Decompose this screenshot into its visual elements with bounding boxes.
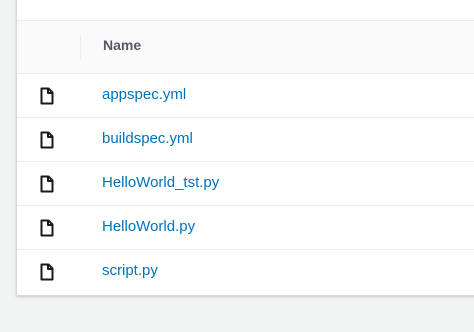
- file-icon: [39, 219, 55, 237]
- file-link[interactable]: buildspec.yml: [102, 130, 193, 147]
- file-link[interactable]: HelloWorld_tst.py: [102, 174, 219, 191]
- table-row: script.py: [17, 250, 474, 294]
- table-row: buildspec.yml: [17, 118, 474, 162]
- table-row: appspec.yml: [17, 74, 474, 118]
- table-top-strip: [17, 0, 474, 21]
- file-link[interactable]: script.py: [102, 262, 158, 279]
- table-row: HelloWorld_tst.py: [17, 162, 474, 206]
- column-divider: [80, 35, 81, 59]
- name-column-header[interactable]: Name: [103, 37, 141, 53]
- file-link[interactable]: appspec.yml: [102, 86, 186, 103]
- file-icon: [39, 87, 55, 105]
- file-icon: [39, 175, 55, 193]
- file-link[interactable]: HelloWorld.py: [102, 218, 195, 235]
- files-table: Name appspec.yml buildspec.yml HelloWorl…: [16, 0, 474, 296]
- table-body: appspec.yml buildspec.yml HelloWorld_tst…: [17, 74, 474, 294]
- table-row: HelloWorld.py: [17, 206, 474, 250]
- table-header: Name: [17, 21, 474, 74]
- file-icon: [39, 263, 55, 281]
- file-icon: [39, 131, 55, 149]
